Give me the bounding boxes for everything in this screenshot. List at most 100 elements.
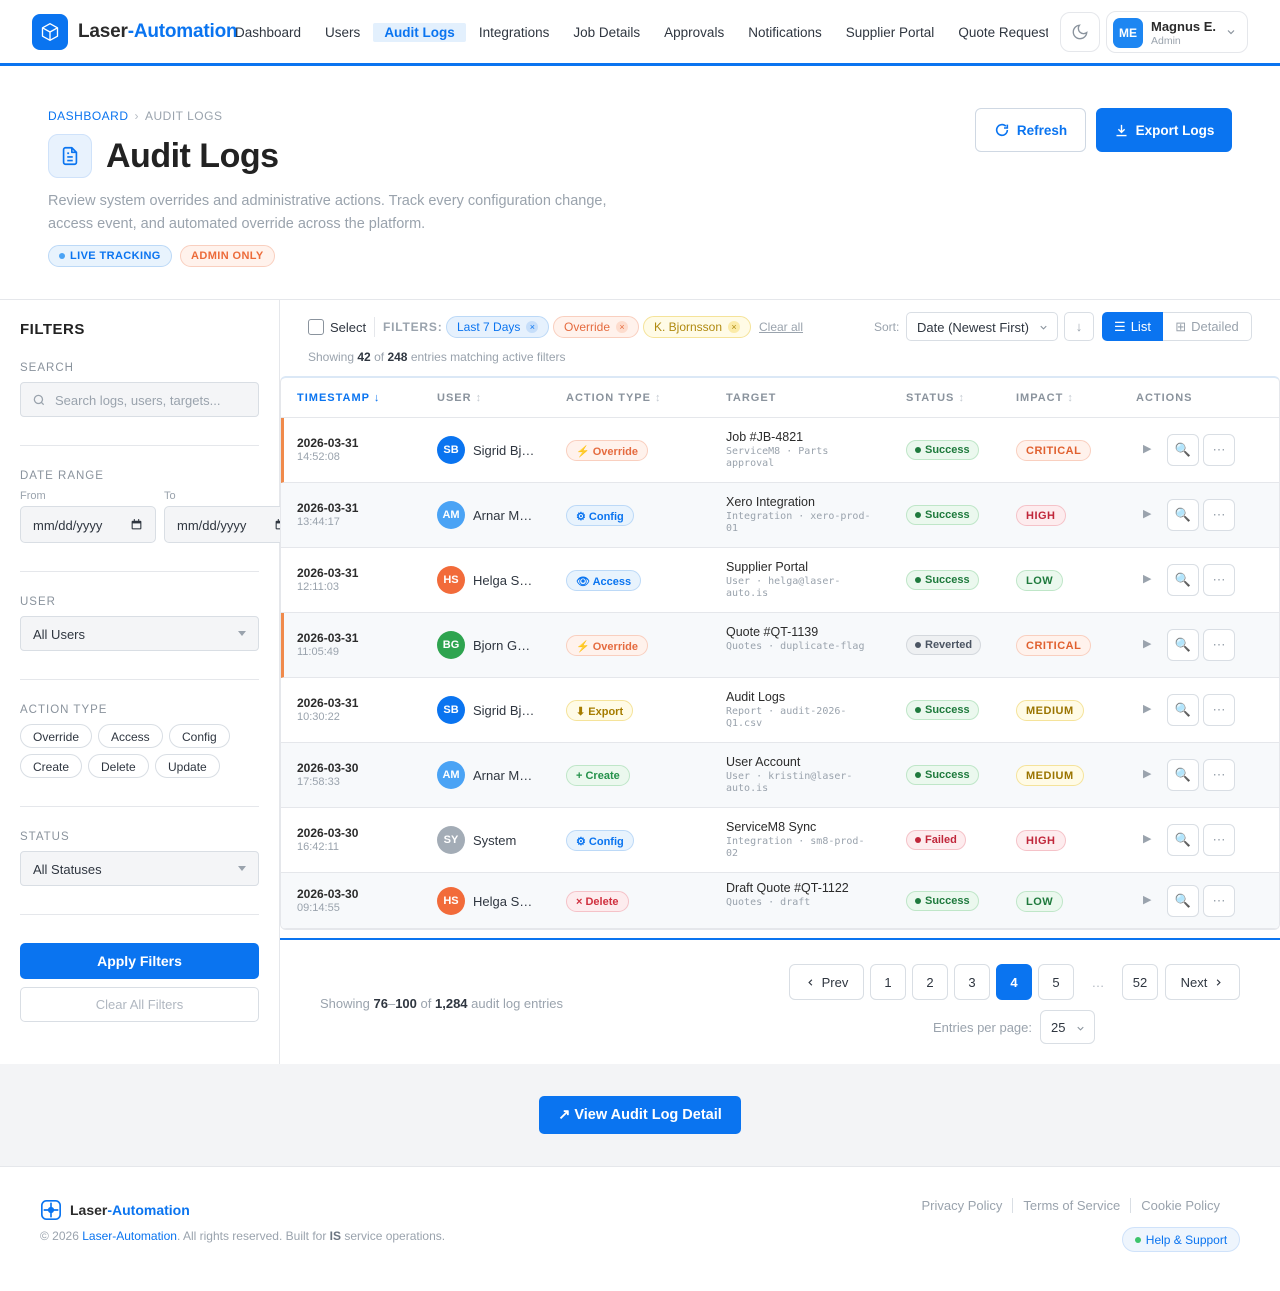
more-actions-button[interactable]: ⋯ xyxy=(1203,499,1235,531)
nav-item-job-details[interactable]: Job Details xyxy=(562,23,651,42)
more-actions-button[interactable]: ⋯ xyxy=(1203,564,1235,596)
dark-mode-toggle[interactable] xyxy=(1060,12,1100,52)
user-select[interactable]: All Users xyxy=(20,616,259,651)
table-row[interactable]: 2026-03-31 13:44:17 AM Arnar M… ⚙ Config Xero… xyxy=(281,483,1279,548)
next-page-button[interactable]: Next xyxy=(1165,964,1240,1000)
nav-item-dashboard[interactable]: Dashboard xyxy=(236,23,312,42)
row-user[interactable]: Bjorn G… xyxy=(473,638,530,653)
col-status[interactable]: STATUS ↕ xyxy=(906,392,965,404)
page-button-1[interactable]: 1 xyxy=(870,964,906,1000)
row-target[interactable]: Quote #QT-1139 xyxy=(726,625,818,639)
row-user[interactable]: System xyxy=(473,833,516,848)
view-details-button[interactable]: 🔍 xyxy=(1167,499,1199,531)
more-actions-button[interactable]: ⋯ xyxy=(1203,885,1235,917)
action-chip-create[interactable]: Create xyxy=(20,754,83,778)
page-button-2[interactable]: 2 xyxy=(912,964,948,1000)
remove-filter-icon[interactable]: × xyxy=(728,321,741,333)
prev-page-button[interactable]: Prev xyxy=(789,964,864,1000)
row-user[interactable]: Sigrid Bj… xyxy=(473,443,534,458)
row-user[interactable]: Helga S… xyxy=(473,573,532,588)
filter-tag-user[interactable]: K. Bjornsson × xyxy=(643,316,752,338)
remove-filter-icon[interactable]: × xyxy=(616,321,629,333)
col-timestamp[interactable]: TIMESTAMP ↓ xyxy=(297,392,380,404)
table-row[interactable]: 2026-03-31 11:05:49 BG Bjorn G… ⚡ Override Qu… xyxy=(281,613,1279,678)
user-menu[interactable]: ME Magnus E. Admin xyxy=(1106,11,1248,53)
help-support-button[interactable]: Help & Support xyxy=(1122,1227,1240,1252)
table-row[interactable]: 2026-03-30 09:14:55 HS Helga S… × Delete Draf… xyxy=(281,873,1279,929)
entries-per-page-select[interactable]: 25 xyxy=(1040,1010,1095,1044)
row-user[interactable]: Arnar M… xyxy=(473,768,532,783)
view-details-button[interactable]: 🔍 xyxy=(1167,759,1199,791)
cookie-policy-link[interactable]: Cookie Policy xyxy=(1130,1198,1230,1213)
list-view-toggle[interactable]: ☰ List xyxy=(1102,312,1163,341)
more-actions-button[interactable]: ⋯ xyxy=(1203,434,1235,466)
page-button-4[interactable]: 4 xyxy=(996,964,1032,1000)
more-actions-button[interactable]: ⋯ xyxy=(1203,629,1235,661)
status-select[interactable]: All Statuses xyxy=(20,851,259,886)
nav-item-audit-logs[interactable]: Audit Logs xyxy=(373,23,466,42)
row-target[interactable]: User Account xyxy=(726,755,800,769)
expand-row-icon[interactable]: ▶ xyxy=(1143,893,1151,906)
sort-direction-button[interactable]: ↓ xyxy=(1064,312,1094,341)
cube-logo-icon[interactable] xyxy=(32,14,68,50)
brand-name[interactable]: Laser-Automation xyxy=(78,21,238,43)
more-actions-button[interactable]: ⋯ xyxy=(1203,824,1235,856)
detailed-view-toggle[interactable]: ⊞ Detailed xyxy=(1163,312,1252,341)
action-chip-access[interactable]: Access xyxy=(98,724,163,748)
view-details-button[interactable]: 🔍 xyxy=(1167,629,1199,661)
col-user[interactable]: USER ↕ xyxy=(437,392,482,404)
view-details-button[interactable]: 🔍 xyxy=(1167,824,1199,856)
page-button-52[interactable]: 52 xyxy=(1122,964,1158,1000)
nav-item-supplier-portal[interactable]: Supplier Portal xyxy=(835,23,946,42)
table-row[interactable]: 2026-03-31 14:52:08 SB Sigrid Bj… ⚡ Override… xyxy=(281,418,1279,483)
expand-row-icon[interactable]: ▶ xyxy=(1143,832,1151,845)
nav-item-integrations[interactable]: Integrations xyxy=(468,23,561,42)
filter-tag-date[interactable]: Last 7 Days × xyxy=(446,316,550,338)
date-from-input[interactable]: mm/dd/yyyy xyxy=(20,506,156,543)
export-logs-button[interactable]: Export Logs xyxy=(1096,108,1232,152)
view-details-button[interactable]: 🔍 xyxy=(1167,564,1199,596)
action-chip-delete[interactable]: Delete xyxy=(88,754,149,778)
row-target[interactable]: Job #JB-4821 xyxy=(726,430,803,444)
row-target[interactable]: Xero Integration xyxy=(726,495,815,509)
nav-item-approvals[interactable]: Approvals xyxy=(653,23,735,42)
search-input[interactable]: Search logs, users, targets... xyxy=(20,382,259,417)
action-chip-update[interactable]: Update xyxy=(155,754,220,778)
page-button-3[interactable]: 3 xyxy=(954,964,990,1000)
view-audit-log-detail-button[interactable]: ↗ View Audit Log Detail xyxy=(539,1096,741,1134)
view-details-button[interactable]: 🔍 xyxy=(1167,434,1199,466)
expand-row-icon[interactable]: ▶ xyxy=(1143,442,1151,455)
clear-all-link[interactable]: Clear all xyxy=(759,320,803,334)
remove-filter-icon[interactable]: × xyxy=(526,321,539,333)
more-actions-button[interactable]: ⋯ xyxy=(1203,694,1235,726)
select-all-checkbox[interactable] xyxy=(308,319,324,335)
expand-row-icon[interactable]: ▶ xyxy=(1143,702,1151,715)
row-target[interactable]: Supplier Portal xyxy=(726,560,808,574)
view-details-button[interactable]: 🔍 xyxy=(1167,694,1199,726)
sort-select[interactable]: Date (Newest First) xyxy=(906,312,1058,341)
more-actions-button[interactable]: ⋯ xyxy=(1203,759,1235,791)
col-action-type[interactable]: ACTION TYPE ↕ xyxy=(566,392,662,404)
row-user[interactable]: Helga S… xyxy=(473,894,532,909)
nav-item-quote-request[interactable]: Quote Request xyxy=(947,23,1048,42)
action-chip-config[interactable]: Config xyxy=(169,724,230,748)
nav-item-notifications[interactable]: Notifications xyxy=(737,23,833,42)
table-row[interactable]: 2026-03-30 16:42:11 SY System ⚙ Config Servic… xyxy=(281,808,1279,873)
action-chip-override[interactable]: Override xyxy=(20,724,93,748)
privacy-policy-link[interactable]: Privacy Policy xyxy=(912,1198,1013,1213)
expand-row-icon[interactable]: ▶ xyxy=(1143,637,1151,650)
row-user[interactable]: Sigrid Bj… xyxy=(473,703,534,718)
row-target[interactable]: Audit Logs xyxy=(726,690,785,704)
footer-brand-link[interactable]: Laser-Automation xyxy=(82,1229,177,1243)
page-button-5[interactable]: 5 xyxy=(1038,964,1074,1000)
expand-row-icon[interactable]: ▶ xyxy=(1143,572,1151,585)
expand-row-icon[interactable]: ▶ xyxy=(1143,507,1151,520)
expand-row-icon[interactable]: ▶ xyxy=(1143,767,1151,780)
row-target[interactable]: Draft Quote #QT-1122 xyxy=(726,881,849,895)
breadcrumb-dashboard[interactable]: DASHBOARD xyxy=(48,109,129,123)
apply-filters-button[interactable]: Apply Filters xyxy=(20,943,259,979)
table-row[interactable]: 2026-03-31 12:11:03 HS Helga S… 👁 Access Supp… xyxy=(281,548,1279,613)
col-impact[interactable]: IMPACT ↕ xyxy=(1016,392,1074,404)
row-target[interactable]: ServiceM8 Sync xyxy=(726,820,816,834)
nav-item-users[interactable]: Users xyxy=(314,23,371,42)
